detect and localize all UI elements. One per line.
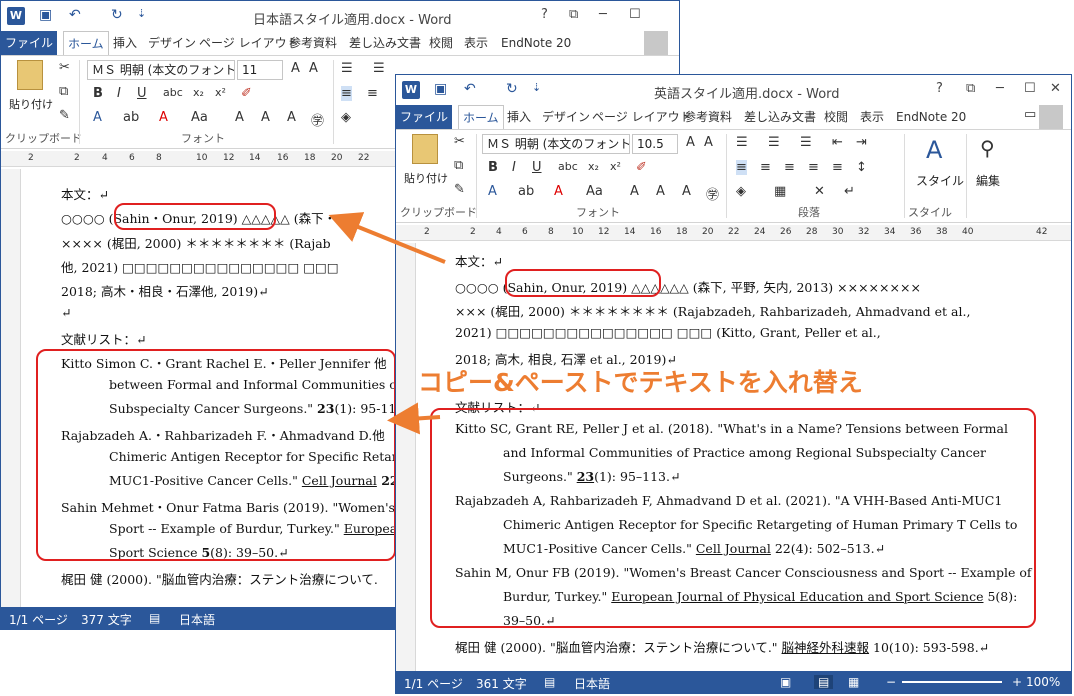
annotation-arrows — [328, 212, 446, 435]
arrow-reference — [387, 402, 441, 435]
annotation-caption: コピー&ペーストでテキストを入れ替え — [418, 368, 863, 397]
arrow-citation — [328, 212, 446, 264]
